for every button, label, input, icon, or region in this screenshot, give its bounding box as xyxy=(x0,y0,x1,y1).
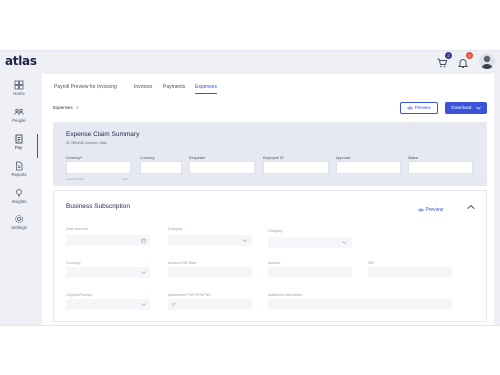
amount-rate-input[interactable] xyxy=(168,267,252,278)
field-label-subcategory: Category xyxy=(268,229,283,233)
home-icon xyxy=(14,80,24,90)
sidebar-item-label: People xyxy=(12,118,26,123)
eye-icon xyxy=(407,106,414,110)
category-select[interactable] xyxy=(168,235,252,246)
date-incurred-input[interactable] xyxy=(66,235,150,246)
fx-rate-value: 0.00 xyxy=(122,177,128,181)
tab-payments[interactable]: Payments xyxy=(163,84,185,93)
cart-button[interactable]: 2 xyxy=(436,52,452,69)
avatar[interactable] xyxy=(479,53,495,69)
people-icon xyxy=(14,108,24,115)
notification-badge: 0 xyxy=(466,52,473,59)
sidebar-item-label: Insights xyxy=(11,199,27,204)
currency-field[interactable] xyxy=(140,161,182,174)
user-photo-icon xyxy=(481,55,493,69)
eye-icon xyxy=(418,208,424,212)
field-label-date-incurred: Date Incurred xyxy=(66,227,88,231)
section-preview-label: Preview xyxy=(425,207,444,213)
breadcrumb-separator: > xyxy=(76,105,79,110)
pay-icon xyxy=(15,134,22,144)
requester-field[interactable] xyxy=(189,161,255,174)
breadcrumb: Expenses > xyxy=(53,105,79,110)
currency-select[interactable] xyxy=(66,267,150,278)
field-label-status: Status xyxy=(408,156,419,160)
field-label-currency: Currency xyxy=(66,261,81,265)
subcategory-select[interactable] xyxy=(268,237,352,248)
summary-subtitle: ID: 0800848 Customer: Atlas xyxy=(66,141,107,145)
tab-payroll-preview[interactable]: Payroll Preview for Invoicing xyxy=(54,84,117,93)
chevron-down-icon xyxy=(141,303,146,306)
section-preview-link[interactable]: Preview xyxy=(418,207,443,213)
status-field[interactable] xyxy=(408,161,473,174)
download-button-label: Download xyxy=(451,105,472,110)
employee-id-field[interactable] xyxy=(263,161,329,174)
breadcrumb-expenses[interactable]: Expenses xyxy=(53,105,73,110)
sidebar-item-home[interactable]: Home xyxy=(0,80,38,104)
tab-invoices[interactable]: Invoices xyxy=(134,84,152,93)
preview-button-label: Preview xyxy=(414,105,431,110)
atlas-logo[interactable]: atlas xyxy=(5,54,37,68)
sidebar-item-settings[interactable]: Settings xyxy=(0,214,38,238)
download-button[interactable]: Download xyxy=(445,102,487,114)
sidebar-item-label: Settings xyxy=(11,225,27,230)
notifications-button[interactable]: 0 xyxy=(457,52,473,69)
chevron-down-icon xyxy=(242,239,247,242)
bell-icon xyxy=(457,59,469,68)
field-label-amount: Amount xyxy=(268,261,281,265)
vat-input[interactable] xyxy=(368,267,452,278)
field-label-original-receipt: Original Receipt xyxy=(66,293,92,297)
field-label-currency: Currency xyxy=(140,156,155,160)
approver-field[interactable] xyxy=(336,161,401,174)
cart-icon xyxy=(437,58,448,68)
chevron-down-icon xyxy=(475,106,481,110)
sidebar-item-label: Home xyxy=(13,91,25,96)
field-label-amount-rate: Amount INR Rate xyxy=(168,261,197,265)
sidebar-item-insights[interactable]: Insights xyxy=(0,188,38,212)
sidebar-item-people[interactable]: People xyxy=(0,107,38,131)
field-label-requester: Requester xyxy=(189,156,206,160)
section-title: Business Subscription xyxy=(66,203,130,210)
field-label-employee-id: Employee ID xyxy=(263,156,284,160)
attachment-input[interactable] xyxy=(168,299,252,310)
insights-icon xyxy=(16,189,22,198)
tab-expenses[interactable]: Expenses xyxy=(195,84,217,94)
gear-icon xyxy=(15,215,23,223)
additional-info-input[interactable] xyxy=(268,299,452,310)
paperclip-icon[interactable] xyxy=(171,302,176,307)
field-label-currency-required: Currency* xyxy=(66,156,82,160)
field-label-category: Category xyxy=(168,227,183,231)
chevron-down-icon xyxy=(141,271,146,274)
sidebar-item-label: Pay xyxy=(14,145,23,150)
field-label-vat: VAT xyxy=(368,261,375,265)
currency-required-field[interactable] xyxy=(66,161,131,174)
reports-icon xyxy=(16,161,23,171)
fx-rate-hint: Local FX Rate xyxy=(66,177,84,181)
field-label-additional-info: Additional information xyxy=(268,293,303,297)
sidebar-item-pay[interactable]: Pay xyxy=(0,134,38,158)
field-label-approver: Approver xyxy=(336,156,351,160)
amount-input[interactable] xyxy=(268,267,352,278)
preview-button[interactable]: Preview xyxy=(400,102,438,114)
calendar-icon[interactable] xyxy=(141,238,146,243)
chevron-up-icon[interactable] xyxy=(467,204,475,210)
summary-title: Expense Claim Summary xyxy=(66,131,140,138)
sidebar-item-reports[interactable]: Reports xyxy=(0,161,38,185)
cart-badge: 2 xyxy=(445,52,452,59)
sidebar-item-label: Reports xyxy=(11,172,27,177)
field-label-attachment: Attachment PDF/JPG/PNG xyxy=(168,293,212,297)
original-receipt-select[interactable] xyxy=(66,299,150,310)
chevron-down-icon xyxy=(342,241,347,244)
